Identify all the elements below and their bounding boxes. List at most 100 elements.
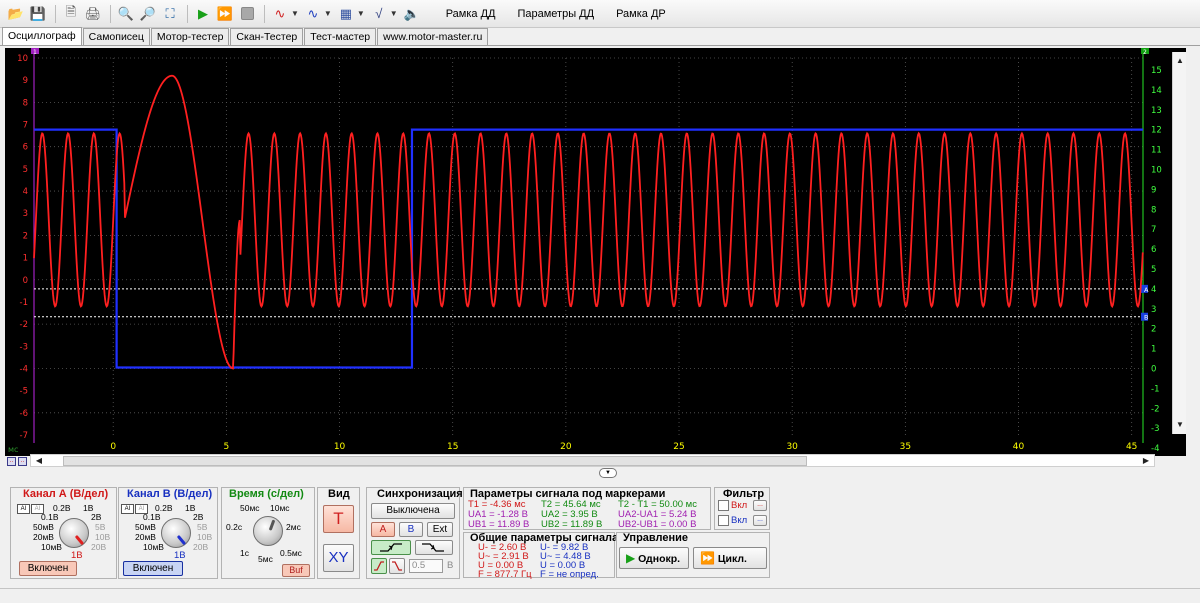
filter-a-checkbox[interactable] bbox=[718, 500, 729, 511]
filter-a-settings-button[interactable]: ... bbox=[753, 500, 767, 511]
single-run-button[interactable]: ▶ Однокр. bbox=[619, 547, 689, 569]
oscilloscope-plot[interactable]: 109876543210-1-2-3-4-5-6-7 1514131211109… bbox=[5, 48, 1186, 456]
horizontal-scrollbar[interactable]: ◀ ▶ bbox=[30, 454, 1155, 467]
right-axis-tick-label: 12 bbox=[1151, 126, 1162, 136]
scroll-down-icon[interactable]: ▼ bbox=[1173, 418, 1187, 432]
filter-b-settings-button[interactable]: ... bbox=[753, 515, 767, 526]
scroll-left-icon[interactable]: ◀ bbox=[33, 455, 45, 466]
view-xy-button[interactable]: XY bbox=[323, 544, 354, 572]
sync-normal-button[interactable] bbox=[389, 558, 405, 574]
oscilloscope-display[interactable]: 10 9 8 7 6 5 4 3 2 1 0 -1 -2 -3 -4 -5 -6 -7 15 14 13 12 11 10 9… bbox=[5, 48, 1186, 456]
scale-label: 0.2В bbox=[155, 503, 173, 513]
stop-icon[interactable] bbox=[237, 4, 257, 24]
sync-source-a-button[interactable]: A bbox=[371, 522, 395, 537]
chevron-down-icon[interactable]: ▼ bbox=[324, 9, 332, 18]
left-axis-tick-label: 4 bbox=[23, 187, 28, 197]
waveform-blue-icon[interactable]: ∿ bbox=[303, 4, 323, 24]
status-bar bbox=[0, 588, 1200, 603]
sync-level-input[interactable]: 0.5 bbox=[409, 559, 443, 573]
folder-open-icon[interactable]: 📂 bbox=[6, 4, 26, 24]
scale-label: 2В bbox=[193, 512, 204, 522]
sync-auto-button[interactable] bbox=[371, 558, 387, 574]
right-channel-tag-label: 2 bbox=[1143, 49, 1147, 56]
x-axis-tick-label: 5 bbox=[224, 442, 230, 452]
channel-a-volts-knob[interactable] bbox=[59, 518, 89, 548]
play-icon[interactable]: ▶ bbox=[193, 4, 213, 24]
control-title: Управление bbox=[623, 532, 689, 544]
scale-label: 0.1В bbox=[41, 512, 59, 522]
tab-motor-tester[interactable]: Мотор-тестер bbox=[150, 28, 230, 45]
channel-b-volts-knob[interactable] bbox=[161, 518, 191, 548]
sync-rising-edge-button[interactable] bbox=[371, 540, 411, 555]
tab-recorder[interactable]: Самописец bbox=[82, 28, 150, 45]
control-panel: Управление ▶ Однокр. ⏩ Цикл. bbox=[616, 532, 770, 578]
sqrt-icon[interactable]: √ bbox=[369, 4, 389, 24]
channel-b-trace bbox=[34, 128, 1143, 369]
horizontal-scroll-thumb[interactable] bbox=[63, 456, 807, 466]
channel-a-enable-button[interactable]: Включен bbox=[19, 561, 77, 576]
time-base-knob[interactable] bbox=[253, 516, 283, 546]
sync-state-button[interactable]: Выключена bbox=[371, 503, 455, 519]
scale-label: 20мВ bbox=[33, 532, 54, 542]
chevron-down-icon[interactable]: ▼ bbox=[291, 9, 299, 18]
marker-ub2: UB2 = 11.89 В bbox=[541, 519, 603, 530]
menu-params-dd[interactable]: Параметры ДД bbox=[517, 8, 594, 20]
tab-website[interactable]: www.motor-master.ru bbox=[377, 28, 489, 45]
audio-icon[interactable]: 🔈 bbox=[402, 4, 422, 24]
collapse-panel-button[interactable]: ▼ bbox=[599, 468, 617, 478]
channel-a-title: Канал А (В/дел) bbox=[23, 488, 109, 500]
general-params-panel: Общие параметры сигнала U- = 2.60 В U~ =… bbox=[463, 532, 618, 580]
zoom-in-icon[interactable]: 🔍 bbox=[116, 4, 136, 24]
sync-panel: Синхронизация Выключена A B Ext 0.5 В bbox=[366, 487, 463, 579]
scale-label: 1с bbox=[240, 548, 249, 558]
right-axis-tick-label: 5 bbox=[1151, 265, 1156, 275]
left-axis-tick-label: 3 bbox=[23, 209, 28, 219]
toolbar-separator bbox=[187, 4, 188, 23]
print-preview-icon[interactable]: 🗎 bbox=[61, 4, 81, 24]
scale-label: 20В bbox=[91, 542, 107, 552]
save-icon[interactable]: 💾 bbox=[28, 4, 48, 24]
calculator-icon[interactable]: ▦ bbox=[336, 4, 356, 24]
menu-frame-dd[interactable]: Рамка ДД bbox=[446, 8, 496, 20]
scroll-up-icon[interactable]: ▲ bbox=[1173, 54, 1187, 68]
tab-test-master[interactable]: Тест-мастер bbox=[304, 28, 377, 45]
zoom-out-icon[interactable]: 🔎 bbox=[138, 4, 158, 24]
right-axis-tick-label: 13 bbox=[1151, 106, 1162, 116]
filter-b-checkbox[interactable] bbox=[718, 515, 729, 526]
zoom-fit-icon[interactable]: ⛶ bbox=[160, 4, 180, 24]
scale-label: 0.2с bbox=[226, 522, 243, 532]
waveform-red-icon[interactable]: ∿ bbox=[270, 4, 290, 24]
scale-label: 5В bbox=[197, 522, 208, 532]
tab-scan-tester[interactable]: Скан-Тестер bbox=[230, 28, 304, 45]
channel-b-enable-button[interactable]: Включен bbox=[123, 561, 183, 576]
left-axis-tick-label: -7 bbox=[20, 431, 28, 441]
scroll-right-icon[interactable]: ▶ bbox=[1140, 455, 1152, 466]
view-time-button[interactable]: T bbox=[323, 505, 354, 533]
left-axis-tick-label: 0 bbox=[23, 276, 28, 286]
channel-a-ac-toggle[interactable]: AI bbox=[17, 504, 30, 514]
chevron-down-icon[interactable]: ▼ bbox=[390, 9, 398, 18]
play-step-icon: ⏩ bbox=[700, 551, 715, 565]
play-step-icon[interactable]: ⏩ bbox=[215, 4, 235, 24]
scale-label: 10В bbox=[197, 532, 213, 542]
tab-oscilloscope[interactable]: Осциллограф bbox=[2, 27, 82, 45]
left-axis-tick-label: -5 bbox=[20, 387, 28, 397]
menu-frame-dr[interactable]: Рамка ДР bbox=[616, 8, 666, 20]
sync-source-ext-button[interactable]: Ext bbox=[427, 522, 453, 537]
scale-label: 5В bbox=[95, 522, 106, 532]
sync-falling-edge-button[interactable] bbox=[415, 540, 453, 555]
channel-b-ac-toggle[interactable]: AI bbox=[121, 504, 134, 514]
chevron-down-icon[interactable]: ▼ bbox=[357, 9, 365, 18]
print-icon[interactable]: 🖨 bbox=[83, 4, 103, 24]
zoom-in-small-button[interactable]: .. bbox=[18, 457, 27, 466]
cycle-run-button[interactable]: ⏩ Цикл. bbox=[693, 547, 767, 569]
marker-params-panel: Параметры сигнала под маркерами T1 = -4.… bbox=[463, 487, 711, 530]
scale-label: 50мВ bbox=[135, 522, 156, 532]
buffer-button[interactable]: Buf bbox=[282, 564, 310, 577]
sync-source-b-button[interactable]: B bbox=[399, 522, 423, 537]
zoom-out-small-button[interactable]: .. bbox=[7, 457, 16, 466]
sync-level-unit: В bbox=[447, 560, 454, 571]
vertical-scrollbar[interactable]: ▲ ▼ bbox=[1172, 52, 1186, 434]
marker-ub1: UB1 = 11.89 В bbox=[468, 519, 530, 530]
toolbar-separator bbox=[55, 4, 56, 23]
